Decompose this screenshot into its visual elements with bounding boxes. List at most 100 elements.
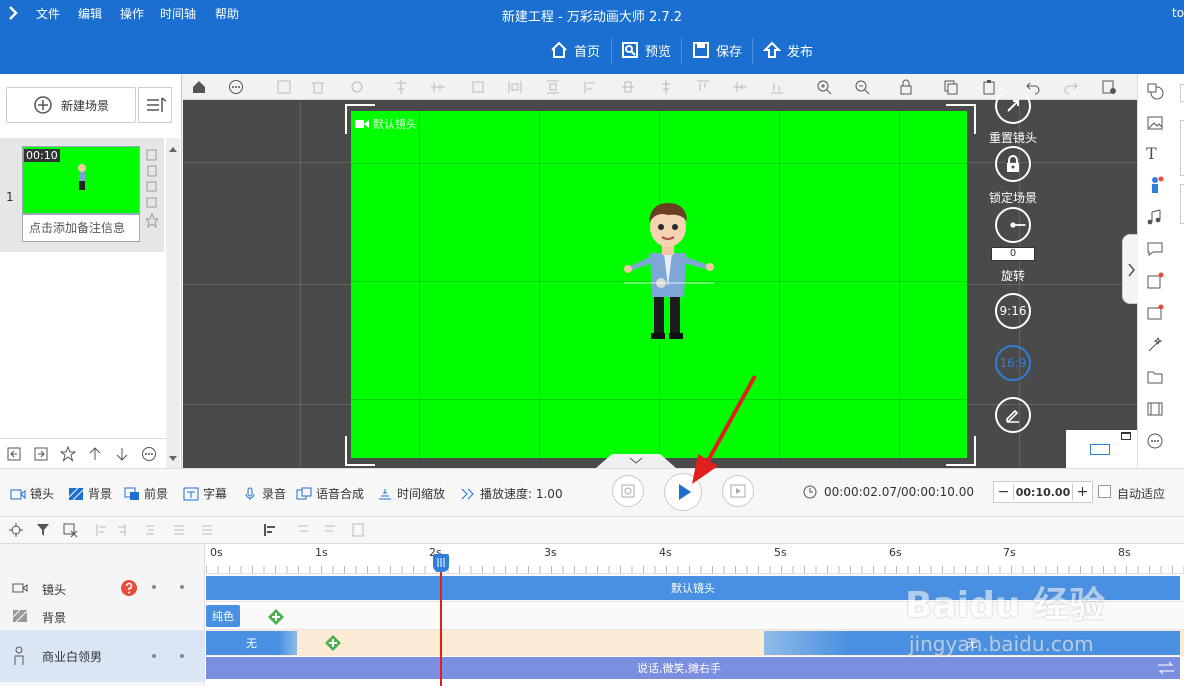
expand-panel-button[interactable]: [1122, 234, 1138, 304]
visibility-dot-icon[interactable]: [152, 585, 156, 589]
lock-dot-icon[interactable]: [180, 585, 184, 589]
star-icon[interactable]: [60, 446, 76, 462]
target-icon[interactable]: [8, 522, 24, 538]
new-scene-button[interactable]: 新建场景: [6, 87, 136, 123]
minimize-minimap-icon[interactable]: [1121, 432, 1131, 440]
duration-input[interactable]: 00:10.00: [1014, 486, 1072, 499]
rotate-input[interactable]: 0: [991, 247, 1035, 261]
increase-duration-button[interactable]: +: [1072, 484, 1092, 500]
scene-item[interactable]: 1 00:10 点击添加备注信息: [0, 138, 164, 252]
duration-stepper[interactable]: − 00:10.00 +: [993, 481, 1093, 503]
time-scale-tool[interactable]: 时间缩放: [377, 485, 445, 502]
distribute-icon[interactable]: [507, 79, 523, 95]
help-icon[interactable]: [121, 580, 137, 596]
home-icon[interactable]: [191, 79, 207, 95]
canvas-area[interactable]: 默认镜头 重置镜头 锁定场景 0 旋转 9:16 16:9: [183, 74, 1137, 468]
special-symbol-icon[interactable]: [1146, 272, 1164, 290]
align-right-icon[interactable]: [695, 79, 711, 95]
keyframe-diamond-icon[interactable]: [267, 608, 285, 626]
keyframe-diamond-icon[interactable]: [324, 634, 342, 652]
character-enter-clip[interactable]: 无: [206, 631, 297, 655]
align-bottom-icon[interactable]: [658, 79, 674, 95]
playhead-handle[interactable]: [433, 554, 449, 572]
more-icon[interactable]: [141, 446, 157, 462]
scene-thumbnail[interactable]: 00:10: [22, 146, 140, 214]
stage-canvas[interactable]: 默认镜头: [351, 111, 967, 458]
import-icon[interactable]: [6, 446, 22, 462]
reset-camera-button[interactable]: [995, 88, 1031, 124]
background-clip[interactable]: 纯色: [206, 605, 240, 627]
folder-icon[interactable]: [1146, 368, 1164, 386]
export-icon[interactable]: [33, 446, 49, 462]
save-button[interactable]: 保存: [692, 38, 742, 62]
more-icon[interactable]: [228, 79, 244, 95]
clear-filter-icon[interactable]: [62, 522, 78, 538]
delete-icon[interactable]: [310, 79, 326, 95]
more-icon[interactable]: [1146, 432, 1164, 450]
redo-icon[interactable]: [1063, 79, 1079, 95]
zoom-in-icon[interactable]: [816, 79, 832, 95]
collapse-panel-button[interactable]: [596, 454, 676, 468]
align-vcenter-icon[interactable]: [732, 79, 748, 95]
character-icon[interactable]: [1146, 176, 1164, 194]
text-icon[interactable]: T: [1146, 144, 1164, 163]
rotate-dial[interactable]: [995, 207, 1031, 243]
preview-button[interactable]: 预览: [621, 38, 671, 62]
track-camera[interactable]: 镜头: [0, 574, 205, 602]
decrease-duration-button[interactable]: −: [994, 484, 1014, 500]
subtitle-tool[interactable]: 字幕: [183, 485, 227, 502]
business-man-character[interactable]: [624, 195, 714, 343]
filter-icon[interactable]: [35, 522, 51, 538]
shapes-icon[interactable]: [1146, 82, 1164, 100]
ratio-16-9-button[interactable]: 16:9: [995, 345, 1031, 381]
time-ruler[interactable]: 0s 1s 2s 3s 4s 5s 6s 7s 8s: [206, 544, 1184, 574]
settings-list-icon[interactable]: [1101, 79, 1117, 95]
copy-icon[interactable]: [943, 79, 959, 95]
align-middle-icon[interactable]: [620, 79, 636, 95]
undo-icon[interactable]: [1025, 79, 1041, 95]
tts-tool[interactable]: 语音合成: [296, 485, 364, 502]
lock-dot-icon[interactable]: [180, 654, 184, 658]
align-left-icon[interactable]: [393, 79, 409, 95]
lock-scene-button[interactable]: [995, 146, 1031, 182]
ratio-9-16-button[interactable]: 9:16: [995, 293, 1031, 329]
align-bottom2-icon[interactable]: [769, 79, 785, 95]
scene-scrollbar[interactable]: [166, 138, 180, 468]
prev-frame-button[interactable]: [612, 475, 644, 507]
align-left-tl-icon[interactable]: [263, 522, 279, 538]
lock-icon[interactable]: [898, 79, 914, 95]
move-up-icon[interactable]: [87, 446, 103, 462]
paste-icon[interactable]: [981, 79, 997, 95]
magic-wand-icon[interactable]: [1146, 336, 1164, 354]
distribute-v-icon[interactable]: [545, 79, 561, 95]
photo-icon[interactable]: [1146, 304, 1164, 322]
track-background[interactable]: 背景: [0, 602, 205, 630]
align-center-icon[interactable]: [430, 79, 446, 95]
timeline[interactable]: 镜头 背景 商业白领男 0s 1s 2s 3s 4s 5s 6s 7s 8s 默…: [0, 544, 1184, 686]
scene-menu-button[interactable]: [138, 87, 172, 123]
video-icon[interactable]: [1146, 400, 1164, 418]
align-icon[interactable]: [470, 79, 486, 95]
swap-icon[interactable]: [1152, 657, 1180, 679]
speech-bubble-icon[interactable]: [1146, 240, 1164, 258]
record-tool[interactable]: 录音: [242, 485, 286, 502]
layer-icon[interactable]: [349, 79, 365, 95]
zoom-out-icon[interactable]: [854, 79, 870, 95]
align-tools[interactable]: [94, 522, 224, 538]
resize-icon[interactable]: [276, 79, 292, 95]
move-down-icon[interactable]: [114, 446, 130, 462]
camera-tool[interactable]: 镜头: [10, 485, 54, 502]
publish-button[interactable]: 发布: [763, 38, 813, 62]
home-button[interactable]: 首页: [550, 38, 600, 62]
visibility-dot-icon[interactable]: [152, 654, 156, 658]
distribute-tools[interactable]: [295, 522, 375, 538]
auto-fit-checkbox[interactable]: [1098, 485, 1111, 498]
edit-button[interactable]: [995, 397, 1031, 433]
play-speed-control[interactable]: 播放速度: 1.00: [460, 485, 563, 502]
music-icon[interactable]: [1146, 208, 1164, 226]
foreground-tool[interactable]: 前景: [124, 485, 168, 502]
align-top-icon[interactable]: [583, 79, 599, 95]
track-character[interactable]: 商业白领男: [0, 630, 205, 682]
background-tool[interactable]: 背景: [68, 485, 112, 502]
image-icon[interactable]: [1146, 114, 1164, 132]
